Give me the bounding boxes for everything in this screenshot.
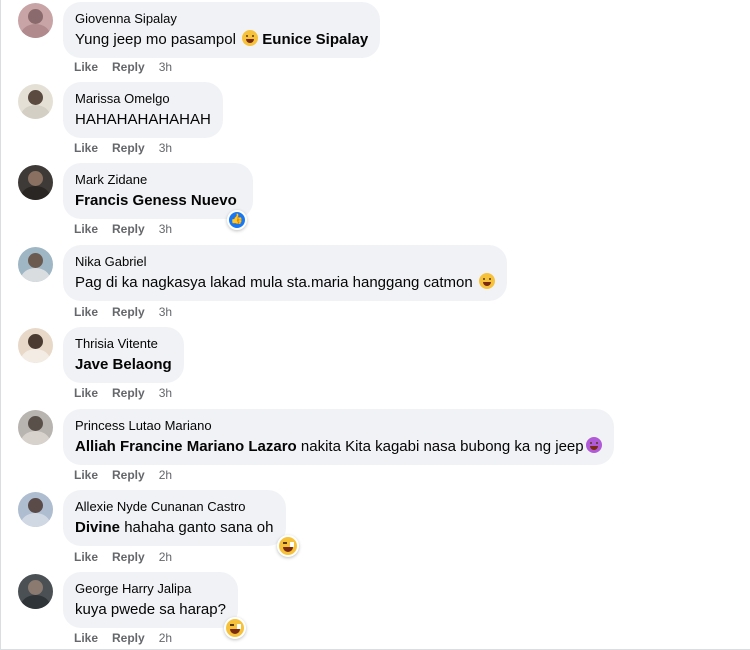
reply-button[interactable]: Reply <box>112 631 145 645</box>
comment-author[interactable]: Marissa Omelgo <box>75 90 211 107</box>
comment-timestamp[interactable]: 3h <box>159 386 172 400</box>
comment-text: Pag di ka nagkasya lakad mula sta.maria … <box>75 272 495 293</box>
like-button[interactable]: Like <box>74 550 98 564</box>
comment-timestamp[interactable]: 3h <box>159 141 172 155</box>
like-button[interactable]: Like <box>74 60 98 74</box>
avatar[interactable] <box>18 328 53 363</box>
grinning-squint-emoji <box>242 30 259 46</box>
reply-button[interactable]: Reply <box>112 550 145 564</box>
comment-author[interactable]: Thrisia Vitente <box>75 335 172 352</box>
laughing-reaction-icon[interactable] <box>277 535 299 557</box>
comment-actions: Like Reply 2h <box>74 550 186 564</box>
comment-actions: Like Reply 3h <box>74 141 186 155</box>
comment-bubble: Thrisia Vitente Jave Belaong <box>63 327 184 383</box>
comment-actions: Like Reply 3h <box>74 305 186 319</box>
comment-author[interactable]: Mark Zidane <box>75 171 237 188</box>
comment-text: Jave Belaong <box>75 354 172 375</box>
reply-button[interactable]: Reply <box>112 222 145 236</box>
mention-link[interactable]: Divine <box>75 519 120 536</box>
comment-timestamp[interactable]: 3h <box>159 60 172 74</box>
comment-text: Francis Geness Nuevo <box>75 190 237 211</box>
reply-button[interactable]: Reply <box>112 468 145 482</box>
avatar[interactable] <box>18 492 53 527</box>
purple-devil-emoji <box>585 437 602 453</box>
comment-bubble: Nika Gabriel Pag di ka nagkasya lakad mu… <box>63 245 507 301</box>
comment-bubble: Marissa Omelgo HAHAHAHAHAHAH <box>63 82 223 138</box>
mention-link[interactable]: Francis Geness Nuevo <box>75 192 237 209</box>
comment-text: HAHAHAHAHAHAH <box>75 111 211 128</box>
comment-timestamp[interactable]: 2h <box>159 468 172 482</box>
like-button[interactable]: Like <box>74 631 98 645</box>
comment-timestamp[interactable]: 2h <box>159 631 172 645</box>
comment-text: Alliah Francine Mariano Lazaro nakita Ki… <box>75 436 602 457</box>
comment-author[interactable]: Nika Gabriel <box>75 253 495 270</box>
comment-bubble: Mark Zidane Francis Geness Nuevo <box>63 163 253 219</box>
comment-timestamp[interactable]: 3h <box>159 305 172 319</box>
comment-actions: Like Reply 3h <box>74 386 186 400</box>
like-button[interactable]: Like <box>74 141 98 155</box>
comment-actions: Like Reply 3h <box>74 60 186 74</box>
comment-text: kuya pwede sa harap? <box>75 601 226 618</box>
like-reaction-icon[interactable]: 👍 <box>227 210 247 230</box>
laughing-reaction-icon[interactable] <box>224 617 246 639</box>
reply-button[interactable]: Reply <box>112 60 145 74</box>
reply-button[interactable]: Reply <box>112 141 145 155</box>
comment-author[interactable]: Princess Lutao Mariano <box>75 417 602 434</box>
like-button[interactable]: Like <box>74 222 98 236</box>
mention-link[interactable]: Jave Belaong <box>75 356 172 373</box>
comment-text: Yung jeep mo pasampol Eunice Sipalay <box>75 30 369 48</box>
comment-author[interactable]: Giovenna Sipalay <box>75 10 368 27</box>
comment-timestamp[interactable]: 2h <box>159 550 172 564</box>
comment-bubble: Allexie Nyde Cunanan Castro Divine hahah… <box>63 490 286 546</box>
like-button[interactable]: Like <box>74 468 98 482</box>
comment-actions: Like Reply 2h <box>74 468 186 482</box>
avatar[interactable] <box>18 410 53 445</box>
avatar[interactable] <box>18 3 53 38</box>
reply-button[interactable]: Reply <box>112 305 145 319</box>
avatar[interactable] <box>18 247 53 282</box>
reply-button[interactable]: Reply <box>112 386 145 400</box>
comment-actions: Like Reply 2h <box>74 631 186 645</box>
mention-link[interactable]: Eunice Sipalay <box>262 31 368 48</box>
mention-link[interactable]: Alliah Francine Mariano Lazaro <box>75 438 297 455</box>
avatar[interactable] <box>18 165 53 200</box>
avatar[interactable] <box>18 84 53 119</box>
comment-bubble: Princess Lutao Mariano Alliah Francine M… <box>63 409 614 465</box>
comment-bubble: Giovenna Sipalay Yung jeep mo pasampol E… <box>63 2 381 58</box>
like-button[interactable]: Like <box>74 386 98 400</box>
crying-emoji <box>478 273 495 289</box>
avatar[interactable] <box>18 574 53 609</box>
comment-bubble: George Harry Jalipa kuya pwede sa harap? <box>63 572 238 628</box>
comment-author[interactable]: George Harry Jalipa <box>75 580 226 597</box>
like-button[interactable]: Like <box>74 305 98 319</box>
comment-author[interactable]: Allexie Nyde Cunanan Castro <box>75 498 274 515</box>
comment-text: Divine hahaha ganto sana oh <box>75 519 274 536</box>
comment-timestamp[interactable]: 3h <box>159 222 172 236</box>
comment-actions: Like Reply 3h <box>74 222 186 236</box>
comments-panel: Giovenna Sipalay Yung jeep mo pasampol E… <box>0 0 750 650</box>
